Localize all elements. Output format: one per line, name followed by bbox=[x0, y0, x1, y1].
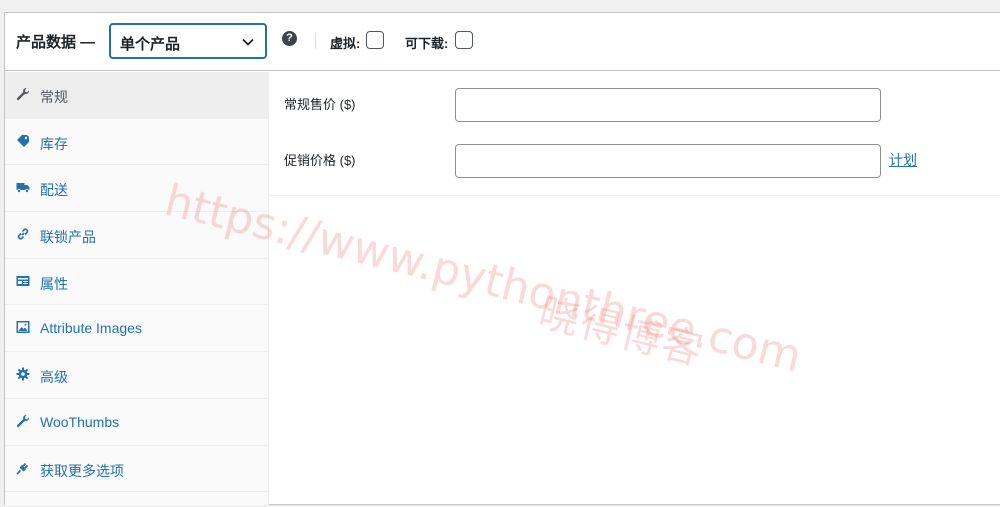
product-data-tabs: 常规 库存 配送 联锁产品 属性 Attribute Images 高级 Woo… bbox=[5, 72, 269, 505]
tab-get-more-options[interactable]: 获取更多选项 bbox=[5, 446, 268, 493]
product-type-select[interactable]: 单个产品 bbox=[109, 23, 267, 59]
virtual-label: 虚拟: bbox=[330, 36, 361, 51]
truck-icon bbox=[16, 183, 30, 194]
chevron-down-icon bbox=[242, 38, 254, 46]
tab-label: 属性 bbox=[40, 275, 68, 292]
tab-advanced[interactable]: 高级 bbox=[5, 352, 268, 399]
tab-label: 配送 bbox=[40, 182, 68, 199]
tab-label: 联锁产品 bbox=[40, 229, 96, 246]
help-icon[interactable]: ? bbox=[282, 31, 297, 46]
panel-title: 产品数据 — bbox=[16, 34, 96, 51]
product-data-panel: 产品数据 — 单个产品 ? 虚拟: 可下载: 常规 库存 配送 联锁产品 属性 … bbox=[4, 12, 1000, 505]
downloadable-label: 可下载: bbox=[405, 36, 449, 51]
general-options-panel: 常规售价 ($) 促销价格 ($) 计划 bbox=[269, 72, 1000, 196]
tab-label: 常规 bbox=[40, 89, 68, 105]
tab-general[interactable]: 常规 bbox=[5, 72, 268, 119]
image-icon bbox=[16, 321, 30, 334]
virtual-checkbox[interactable] bbox=[366, 31, 384, 49]
tab-label: WooThumbs bbox=[40, 413, 120, 430]
tab-attributes[interactable]: 属性 bbox=[5, 259, 268, 306]
tab-inventory[interactable]: 库存 bbox=[5, 119, 268, 166]
tab-label: 高级 bbox=[40, 369, 68, 386]
attributes-icon bbox=[16, 275, 30, 286]
product-type-value: 单个产品 bbox=[120, 36, 181, 53]
regular-price-label: 常规售价 ($) bbox=[284, 97, 356, 112]
gear-icon bbox=[16, 367, 30, 381]
sale-price-input[interactable] bbox=[455, 144, 881, 178]
downloadable-checkbox[interactable] bbox=[455, 31, 473, 49]
divider bbox=[315, 33, 316, 49]
tag-icon bbox=[17, 134, 29, 147]
tab-label: 获取更多选项 bbox=[40, 462, 124, 479]
tab-linked-products[interactable]: 联锁产品 bbox=[5, 212, 268, 259]
schedule-link[interactable]: 计划 bbox=[889, 150, 917, 170]
sale-price-label: 促销价格 ($) bbox=[284, 153, 356, 168]
link-icon bbox=[17, 228, 29, 240]
tab-label: 库存 bbox=[40, 135, 68, 152]
wrench-icon bbox=[16, 414, 30, 427]
top-strip bbox=[0, 0, 1000, 12]
tab-shipping[interactable]: 配送 bbox=[5, 165, 268, 213]
panel-header: 产品数据 — 单个产品 ? 虚拟: 可下载: bbox=[5, 13, 1000, 71]
tab-attribute-images[interactable]: Attribute Images bbox=[5, 305, 268, 353]
plugin-icon bbox=[16, 462, 29, 475]
wrench-icon bbox=[16, 87, 30, 101]
tab-label: Attribute Images bbox=[40, 320, 142, 337]
regular-price-input[interactable] bbox=[455, 88, 881, 122]
tab-woothumbs[interactable]: WooThumbs bbox=[5, 399, 268, 446]
